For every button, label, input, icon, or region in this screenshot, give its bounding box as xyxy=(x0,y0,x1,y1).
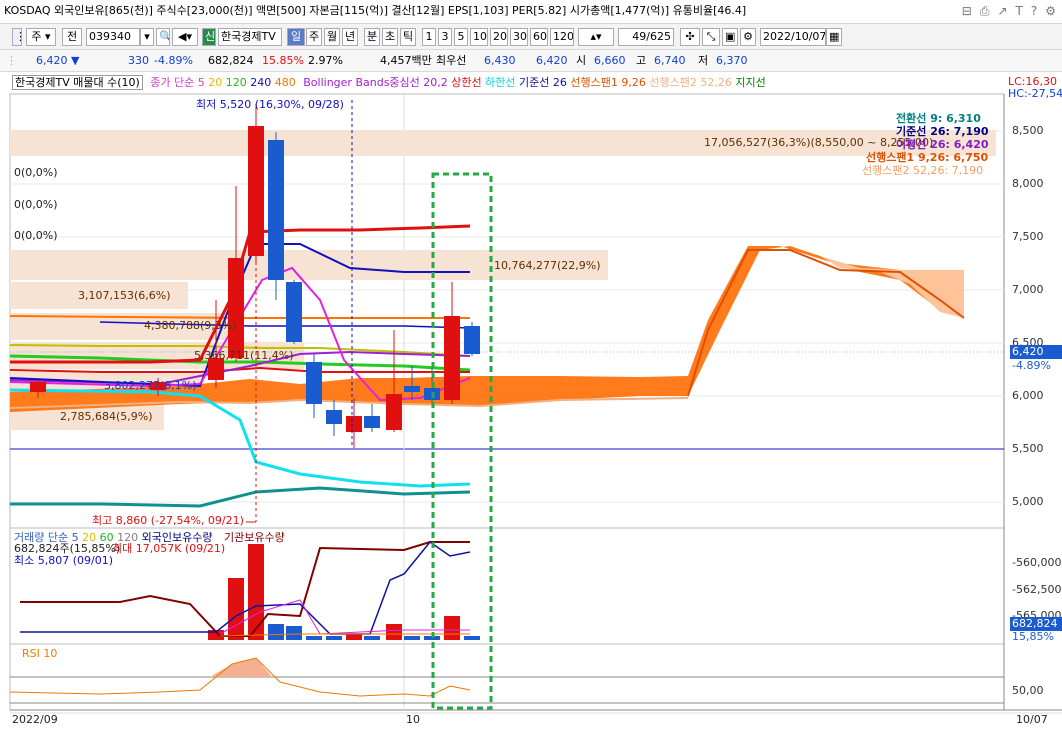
legend-item-ma480: 480 xyxy=(274,76,296,89)
legend-item-kijun: 기준선 26 xyxy=(519,76,567,89)
rsi-legend: RSI 10 xyxy=(22,647,58,660)
volume-bar xyxy=(404,636,420,640)
volume-bar xyxy=(248,544,264,640)
volume-profile-label: 2,785,684(5,9%) xyxy=(60,410,153,423)
volume-axis-tick: -560,000 xyxy=(1012,556,1062,569)
volume-bar xyxy=(444,616,460,640)
price-axis-tick: 7,500 xyxy=(1012,230,1044,243)
candle xyxy=(286,282,302,342)
price-axis-tick: 7,000 xyxy=(1012,283,1044,296)
ichimoku-cloud-bull xyxy=(820,256,964,318)
candle xyxy=(464,326,480,354)
volume-bar xyxy=(268,624,284,640)
candle xyxy=(30,382,46,392)
volume-bar xyxy=(306,636,322,640)
volume-bar xyxy=(326,636,342,640)
legend-item-support: 지지선 xyxy=(735,76,766,89)
volume-bar xyxy=(386,624,402,640)
ichimoku-kijun-label: 기준선 26: 7,190 xyxy=(896,125,989,138)
volume-bar xyxy=(346,634,362,640)
legend-item-span1: 선행스팬1 9,26 xyxy=(570,76,646,89)
volume-profile-label: 10,764,277(22,9%) xyxy=(494,259,601,272)
price-axis-tick: 8,500 xyxy=(1012,124,1044,137)
candle xyxy=(268,140,284,280)
candle xyxy=(306,362,322,404)
ichimoku-span1-label: 선행스팬1 9,26: 6,750 xyxy=(866,151,989,164)
ichimoku-ma-label: 이평선 26: 6,420 xyxy=(896,138,989,151)
legend-item-upper: 상한선 xyxy=(451,76,482,89)
price-legend-title[interactable]: 한국경제TV 매물대 수(10) xyxy=(12,75,143,90)
candle xyxy=(228,258,244,358)
date-axis-start: 2022/09 xyxy=(12,713,58,726)
volume-bar xyxy=(464,636,480,640)
rsi-axis-tick: 50,00 xyxy=(1012,684,1044,697)
candle xyxy=(346,416,362,432)
legend-item-ma120: 120 xyxy=(225,76,247,89)
legend-item-institution-holding: 기관보유수량 xyxy=(223,531,285,544)
price-axis-tick: 8,000 xyxy=(1012,177,1044,190)
volume-min-mark: 최소 5,807 (09/01) xyxy=(14,554,114,567)
volume-bar xyxy=(364,636,380,640)
price-axis-tick: 5,000 xyxy=(1012,495,1044,508)
volume-bars xyxy=(208,544,480,640)
zero-label: 0(0,0%) xyxy=(14,198,58,211)
hc-label: HC:-27,54 xyxy=(1008,87,1062,100)
candle xyxy=(404,386,420,392)
legend-item-ma5: 종가 단순 5 xyxy=(150,76,205,89)
date-axis-end: 10/07 xyxy=(1016,713,1048,726)
volume-value-badge: 682,824 xyxy=(1010,617,1062,631)
volume-profile-label: 5,366,711(11,4%) xyxy=(194,349,294,362)
candle xyxy=(364,416,380,428)
candle xyxy=(386,394,402,430)
volume-profile-label: 3,802,277(8,1%) xyxy=(104,379,197,392)
price-axis-tick: 5,500 xyxy=(1012,442,1044,455)
legend-item-ma20: 20 xyxy=(208,76,223,89)
zero-label: 0(0,0%) xyxy=(14,166,58,179)
volume-axis-tick: -562,500 xyxy=(1012,583,1062,596)
zero-label: 0(0,0%) xyxy=(14,229,58,242)
volume-pct-label: 15,85% xyxy=(1012,630,1054,643)
chart-canvas[interactable] xyxy=(0,0,1062,731)
ichimoku-tenkan-label: 전환선 9: 6,310 xyxy=(896,112,981,125)
legend-item-span2: 선행스팬2 52,26 xyxy=(649,76,732,89)
tenkan-line xyxy=(10,486,471,508)
price-panel xyxy=(9,93,1005,529)
low-price-mark: 최저 5,520 (16,30%, 09/28) xyxy=(196,98,344,111)
high-price-mark: 최고 8,860 (-27,54%, 09/21) xyxy=(92,514,244,527)
candle xyxy=(326,410,342,424)
current-price-badge: 6,420 xyxy=(1010,345,1062,359)
volume-profile-label: 4,380,788(9,3%) xyxy=(144,319,237,332)
price-legend: 한국경제TV 매물대 수(10) 종가 단순 5 20 120 240 480 … xyxy=(12,75,766,91)
legend-item-ma240: 240 xyxy=(250,76,272,89)
current-price-pct: -4.89% xyxy=(1012,359,1051,372)
ichimoku-span2-label: 선행스팬2 52,26: 7,190 xyxy=(862,164,984,177)
volume-bar xyxy=(228,578,244,640)
date-axis-month: 10 xyxy=(406,713,420,726)
volume-profile-label: 3,107,153(6,6%) xyxy=(78,289,171,302)
price-axis-tick: 6,000 xyxy=(1012,389,1044,402)
legend-item-bollinger: Bollinger Bands중심선 20,2 xyxy=(303,76,448,89)
volume-bar xyxy=(286,626,302,640)
candle xyxy=(444,316,460,400)
volume-max-mark: 최대 17,057K (09/21) xyxy=(112,542,226,555)
legend-item-lower: 하한선 xyxy=(485,76,516,89)
